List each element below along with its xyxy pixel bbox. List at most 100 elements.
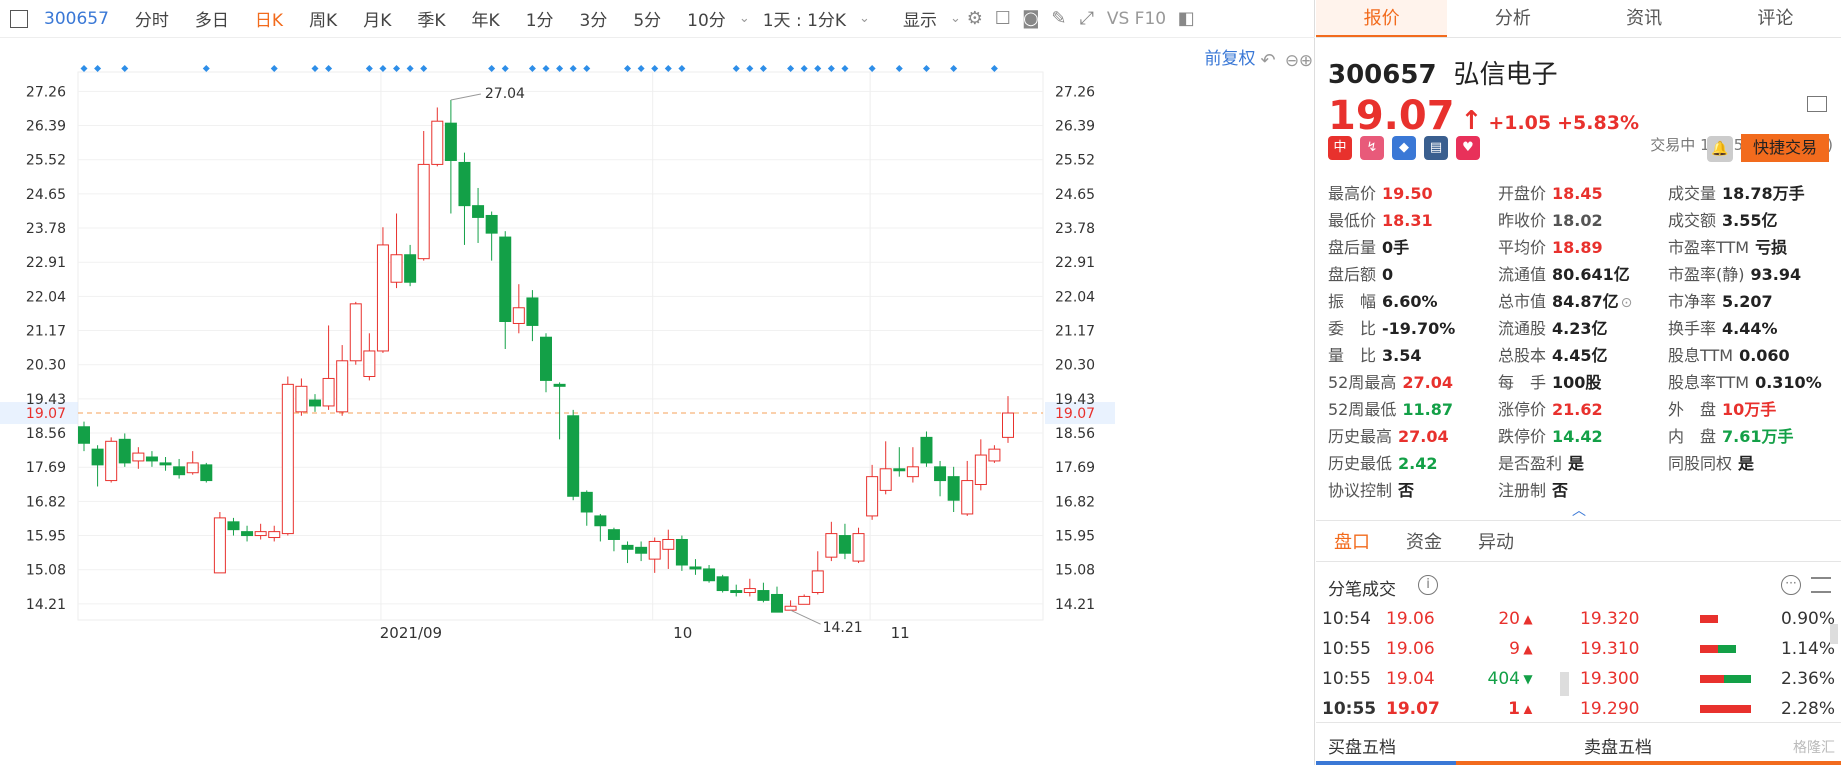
candle [988, 445, 1001, 463]
candle-body [159, 462, 172, 466]
tab-3min[interactable]: 3分 [567, 6, 621, 31]
candle [145, 451, 158, 467]
quote-cell: 内 盘 7.61万手 [1668, 423, 1838, 447]
sidebar-toggle-icon[interactable] [10, 9, 28, 28]
heart-icon[interactable]: ♥ [1456, 136, 1480, 160]
candle-body [281, 383, 294, 535]
toolbar-stock-code[interactable]: 300657 [38, 9, 122, 29]
candle-body [866, 476, 879, 517]
quote-cell: 流通股 4.23亿 [1498, 315, 1668, 339]
x-tick-label: 10 [673, 624, 692, 642]
quote-label: 是否盈利 [1498, 453, 1563, 473]
candle [906, 447, 919, 483]
candle-body [173, 466, 186, 476]
chevron-down-icon[interactable]: ⌄ [859, 11, 870, 26]
period-select[interactable]: 1天 : 1分K [750, 6, 859, 31]
pencil-icon[interactable]: ✎ [1045, 8, 1073, 29]
tab-10min[interactable]: 10分 [674, 6, 739, 31]
candle-body [540, 336, 552, 381]
y-tick-label-right: 21.17 [1055, 324, 1095, 340]
tab-year-k[interactable]: 年K [459, 6, 513, 31]
fullscreen-icon[interactable]: ⤢ [1073, 8, 1101, 29]
checkbox-icon[interactable]: ☐ [989, 8, 1017, 29]
menu-icon[interactable] [1807, 96, 1827, 112]
tick-time: 10:55 [1322, 669, 1371, 689]
tab-day-k[interactable]: 日K [242, 6, 296, 31]
quote-label: 总市值 [1498, 291, 1547, 311]
y-tick-label-right: 27.26 [1055, 84, 1095, 100]
max-price-label: 27.04 [485, 86, 525, 102]
quote-row: 历史最低 2.42 是否盈利是同股同权是 [1328, 448, 1838, 475]
candle [227, 517, 240, 536]
candle [91, 445, 104, 487]
price-depth-list[interactable]: 19.320 0.90% 19.310 1.14% 19.300 2.36% 19.290 2… [1580, 604, 1835, 714]
tab-bid-levels[interactable]: 买盘五档 [1328, 733, 1396, 758]
quote-value: 0 [1382, 264, 1394, 284]
candle-body [743, 588, 756, 594]
depth-pct: 2.36% [1780, 669, 1835, 689]
scrollbar[interactable] [1560, 672, 1569, 696]
candlestick-chart[interactable]: 27.26 27.26 26.39 26.39 25.52 25.52 24.65 24.65… [0, 40, 1315, 765]
bookmark-icon[interactable]: ▤ [1424, 136, 1448, 160]
chevron-down-icon[interactable]: ⌄ [739, 11, 750, 26]
vs-f10-button[interactable]: VS F10 [1101, 9, 1172, 29]
candle-body [675, 538, 688, 566]
tab-1min[interactable]: 1分 [513, 6, 567, 31]
chevron-down-icon[interactable]: ⌄ [950, 11, 961, 26]
quote-label: 开盘价 [1498, 183, 1547, 203]
scrollbar[interactable] [1830, 624, 1838, 644]
depth-price: 19.310 [1580, 639, 1640, 659]
candle [580, 490, 593, 526]
candle [472, 187, 485, 243]
event-dot-icon [637, 65, 645, 72]
gear-icon[interactable]: ⚙ [961, 8, 989, 29]
camera-icon[interactable]: ◙ [1017, 8, 1045, 29]
china-flag-icon[interactable]: 中 [1328, 136, 1352, 160]
quote-label: 昨收价 [1498, 210, 1547, 230]
info-icon[interactable]: i [1418, 575, 1438, 595]
candle [567, 409, 580, 501]
tab-ask-levels[interactable]: 卖盘五档 [1584, 733, 1652, 758]
tab-comments[interactable]: 评论 [1710, 0, 1841, 37]
more-icon[interactable]: ··· [1781, 575, 1801, 595]
event-dot-icon [895, 65, 903, 72]
candle-body [472, 205, 485, 218]
quote-cell: 是否盈利是 [1498, 450, 1668, 474]
tab-analysis[interactable]: 分析 [1447, 0, 1578, 37]
more-icon[interactable]: ⊙ [1621, 295, 1633, 311]
tab-month-k[interactable]: 月K [350, 6, 404, 31]
bell-icon[interactable]: 🔔 [1707, 136, 1733, 162]
tab-news[interactable]: 资讯 [1579, 0, 1710, 37]
collapse-chevron-icon[interactable]: ︿ [1572, 500, 1586, 520]
tab-duori[interactable]: 多日 [182, 6, 242, 31]
tick-list[interactable]: 10:54 19.06 20 ▲ 10:55 19.06 9 ▲ 10:55 19.04 404 ▼ 1… [1316, 604, 1536, 714]
tab-pankou[interactable]: 盘口 [1316, 528, 1388, 554]
lightning-icon[interactable]: ↯ [1360, 136, 1384, 160]
quote-row: 最低价 18.31 昨收价 18.02 成交额 3.55亿 [1328, 205, 1838, 232]
tab-week-k[interactable]: 周K [296, 6, 350, 31]
candle-body [703, 568, 716, 582]
tab-quote[interactable]: 报价 [1316, 0, 1448, 37]
candle-body [567, 415, 580, 497]
zoom-in-icon[interactable]: ⊕ [1299, 51, 1313, 71]
fast-trade-button[interactable]: 快捷交易 [1741, 134, 1829, 162]
zoom-out-icon[interactable]: ⊖ [1285, 51, 1299, 71]
quote-value: 7.61万手 [1722, 426, 1794, 446]
candle [947, 466, 960, 512]
quote-label: 委 比 [1328, 318, 1377, 338]
tab-funds[interactable]: 资金 [1388, 528, 1460, 554]
tab-5min[interactable]: 5分 [620, 6, 674, 31]
y-tick-label-left: 21.17 [26, 324, 66, 340]
quote-row: 历史最高 27.04 跌停价 14.42 内 盘 7.61万手 [1328, 421, 1838, 448]
adjust-toggle[interactable]: 前复权 [1205, 49, 1256, 69]
candle [689, 559, 702, 575]
event-dot-icon [922, 65, 930, 72]
list-icon[interactable] [1811, 577, 1831, 593]
tag-icon[interactable]: ◆ [1392, 136, 1416, 160]
undo-icon[interactable]: ↶ [1260, 50, 1275, 71]
tab-fenshi[interactable]: 分时 [122, 6, 182, 31]
tab-quarter-k[interactable]: 季K [404, 6, 458, 31]
tab-changes[interactable]: 异动 [1460, 528, 1532, 554]
display-menu[interactable]: 显示 [890, 6, 950, 31]
panel-toggle-icon[interactable]: ◧ [1172, 8, 1200, 29]
